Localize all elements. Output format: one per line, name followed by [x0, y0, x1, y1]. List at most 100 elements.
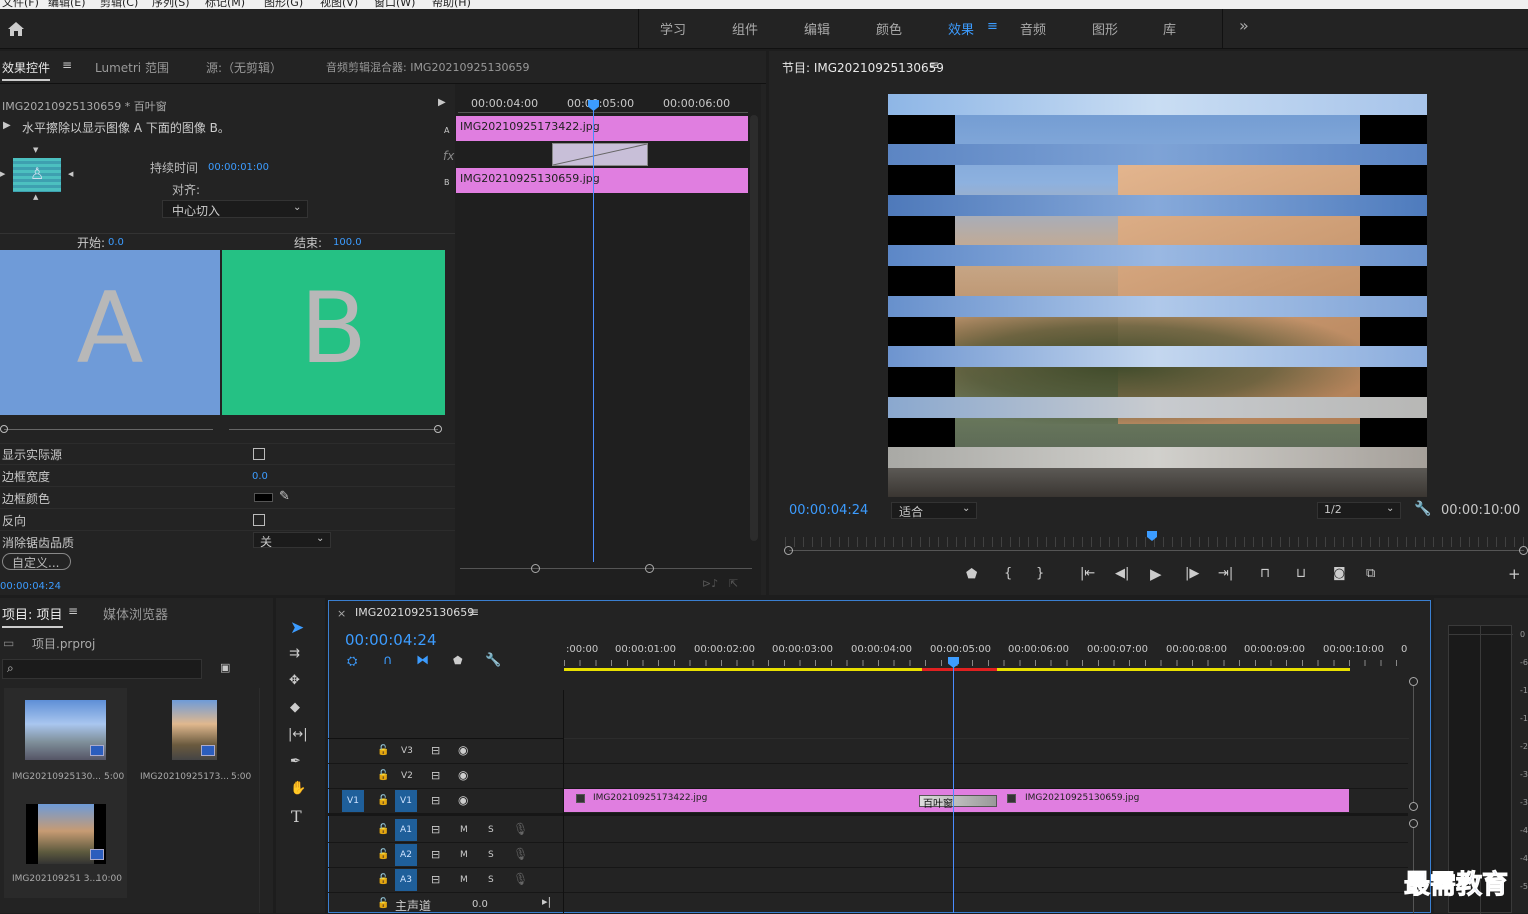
track-a3[interactable]: A3 — [395, 869, 417, 891]
step-forward-icon[interactable]: |▶ — [1185, 566, 1199, 581]
show-source-checkbox[interactable] — [253, 448, 265, 460]
tab-effect-controls[interactable]: 效果控件 — [2, 59, 51, 81]
ripple-edit-tool-icon[interactable]: ✥ — [289, 673, 300, 688]
sync-lock-icon[interactable]: ⊟ — [431, 744, 440, 757]
wrench-icon[interactable]: 🔧 — [1414, 501, 1431, 517]
menu-graphics[interactable]: 图形(G) — [264, 0, 303, 9]
track-select-tool-icon[interactable]: ⇉ — [289, 646, 300, 661]
project-item[interactable]: IMG20210925130... 5:00 — [4, 688, 127, 794]
eye-icon[interactable]: ◉ — [458, 768, 468, 782]
mute-button[interactable]: M — [460, 875, 468, 885]
custom-button[interactable]: 自定义... — [2, 553, 71, 570]
thumb-right-arrow-icon[interactable]: ◀ — [68, 170, 73, 178]
lock-icon[interactable]: 🔓 — [377, 898, 389, 909]
tab-project[interactable]: 项目: 项目 — [2, 604, 63, 628]
solo-button[interactable]: S — [488, 850, 494, 860]
extract-icon[interactable]: ⊔ — [1296, 566, 1306, 581]
sync-lock-icon[interactable]: ⊟ — [431, 848, 440, 861]
menu-view[interactable]: 视图(V) — [320, 0, 358, 9]
workspace-graphics[interactable]: 图形 — [1092, 19, 1118, 38]
lock-icon[interactable]: 🔓 — [377, 874, 389, 885]
workspace-editing[interactable]: 编辑 — [804, 19, 830, 38]
camera-icon[interactable]: ◙ — [1333, 566, 1346, 581]
v-scroll-bottom-handle[interactable] — [1409, 802, 1418, 811]
mini-transition-block[interactable] — [552, 143, 648, 166]
project-item[interactable]: IMG20210925173... 5:00 — [132, 688, 255, 794]
workspace-assembly[interactable]: 组件 — [732, 19, 758, 38]
program-zoom-right-handle[interactable] — [1519, 546, 1528, 555]
menu-marker[interactable]: 标记(M) — [205, 0, 245, 9]
play-icon[interactable]: ▶ — [1150, 565, 1162, 583]
project-menu-icon[interactable]: ≡ — [68, 604, 78, 618]
track-v1[interactable]: V1 — [395, 790, 417, 812]
tab-lumetri-scopes[interactable]: Lumetri 范围 — [95, 59, 169, 76]
audio-icon[interactable]: ⊳♪ — [702, 577, 718, 590]
lock-icon[interactable]: 🔓 — [377, 849, 389, 860]
project-item[interactable]: IMG202109251 3... 10:00 — [4, 794, 127, 898]
lock-icon[interactable]: 🔓 — [377, 745, 389, 756]
mini-vscroll[interactable] — [750, 115, 758, 541]
workspace-audio[interactable]: 音频 — [1020, 19, 1046, 38]
start-slider-handle[interactable] — [0, 425, 8, 433]
reverse-checkbox[interactable] — [253, 514, 265, 526]
workspace-libraries[interactable]: 库 — [1163, 19, 1176, 38]
compare-icon[interactable]: ⧉ — [1366, 566, 1375, 581]
track-a2[interactable]: A2 — [395, 844, 417, 866]
eye-icon[interactable]: ◉ — [458, 743, 468, 757]
add-marker-icon[interactable]: ⬟ — [966, 567, 977, 582]
export-icon[interactable]: ⇱ — [729, 577, 738, 590]
workspace-menu-icon[interactable]: ≡ — [987, 19, 998, 34]
tab-source[interactable]: 源:（无剪辑） — [206, 59, 282, 76]
play-transition-icon[interactable]: ▶ — [3, 120, 11, 131]
program-zoom-bar[interactable] — [789, 550, 1524, 551]
selection-tool-icon[interactable]: ➤ — [290, 618, 304, 638]
mic-icon[interactable]: 🎙 — [513, 822, 528, 836]
lift-icon[interactable]: ⊓ — [1260, 566, 1270, 581]
panel-menu-icon[interactable]: ≡ — [62, 58, 72, 72]
razor-tool-icon[interactable]: ◆ — [290, 700, 300, 715]
program-timecode[interactable]: 00:00:04:24 — [789, 503, 868, 518]
linked-selection-icon[interactable]: ⧓ — [416, 653, 429, 668]
sync-lock-icon[interactable]: ⊟ — [431, 794, 440, 807]
sync-lock-icon[interactable]: ⊟ — [431, 873, 440, 886]
border-color-swatch[interactable] — [254, 493, 273, 502]
mic-icon[interactable]: 🎙 — [513, 872, 528, 886]
video-vscroll[interactable] — [1413, 686, 1414, 802]
mark-out-icon[interactable]: } — [1036, 566, 1044, 581]
thumb-down-arrow-icon[interactable]: ▲ — [33, 193, 38, 201]
track-v2[interactable]: V2 — [401, 771, 413, 781]
hand-tool-icon[interactable]: ✋ — [290, 781, 306, 796]
thumb-up-arrow-icon[interactable]: ▼ — [33, 146, 38, 154]
mini-clip-b[interactable]: IMG20210925130659.jpg — [456, 168, 748, 193]
type-tool-icon[interactable]: T — [291, 807, 302, 826]
add-button-icon[interactable]: + — [1508, 565, 1521, 583]
workspace-learn[interactable]: 学习 — [660, 19, 686, 38]
v-scroll-top-handle[interactable] — [1409, 677, 1418, 686]
duration-value[interactable]: 00:00:01:00 — [208, 162, 269, 173]
slip-tool-icon[interactable]: |↔| — [288, 727, 308, 742]
nest-icon[interactable]: ⛭ — [347, 654, 357, 669]
project-search-input[interactable]: ⌕ — [2, 659, 202, 679]
solo-button[interactable]: S — [488, 825, 494, 835]
end-value[interactable]: 100.0 — [333, 237, 362, 248]
go-to-out-icon[interactable]: ⇥| — [1218, 566, 1233, 581]
lock-icon[interactable]: 🔓 — [377, 824, 389, 835]
snap-magnet-icon[interactable]: ∩ — [383, 653, 393, 668]
sync-lock-icon[interactable]: ⊟ — [431, 769, 440, 782]
close-icon[interactable]: × — [337, 607, 346, 620]
menu-window[interactable]: 窗口(W) — [374, 0, 415, 9]
menu-help[interactable]: 帮助(H) — [432, 0, 471, 9]
go-to-end-icon[interactable]: ▸| — [542, 895, 551, 908]
new-bin-icon[interactable]: ▣ — [220, 661, 230, 674]
track-v3[interactable]: V3 — [401, 746, 413, 756]
program-zoom-left-handle[interactable] — [784, 546, 793, 555]
workspace-effects[interactable]: 效果 — [948, 19, 974, 38]
go-to-in-icon[interactable]: |⇤ — [1080, 566, 1095, 581]
step-back-icon[interactable]: ◀| — [1115, 566, 1129, 581]
end-slider-handle[interactable] — [434, 425, 442, 433]
thumb-left-arrow-icon[interactable]: ▶ — [0, 170, 5, 178]
workspace-more-icon[interactable]: » — [1239, 16, 1249, 35]
home-icon[interactable] — [7, 21, 25, 37]
workspace-color[interactable]: 颜色 — [876, 19, 902, 38]
mic-icon[interactable]: 🎙 — [513, 847, 528, 861]
